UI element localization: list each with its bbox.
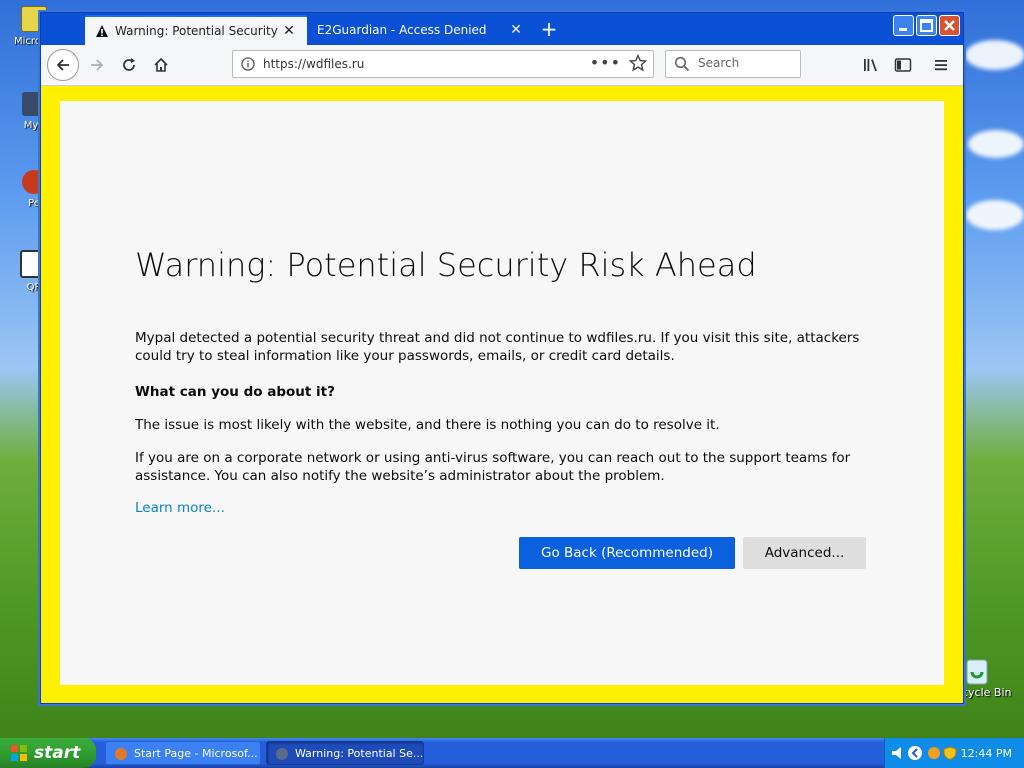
menu-button[interactable] xyxy=(927,51,955,79)
close-window-button[interactable] xyxy=(939,15,960,36)
windows-logo-icon xyxy=(11,745,27,761)
recycle-bin-label: cycle Bin xyxy=(962,686,1012,699)
learn-more-link[interactable]: Learn more... xyxy=(135,500,225,516)
page-content-area: Warning: Potential Security Risk Ahead M… xyxy=(41,86,963,703)
tab-e2guardian[interactable]: E2Guardian - Access Denied ✕ xyxy=(308,15,534,45)
error-intro-text: Mypal detected a potential security thre… xyxy=(135,330,860,364)
address-bar[interactable]: https://wdfiles.ru ••• xyxy=(232,50,654,78)
hamburger-menu-icon xyxy=(935,60,947,71)
reload-button[interactable] xyxy=(115,51,143,79)
taskbar-item-label: Warning: Potential Se... xyxy=(295,746,424,760)
cloud xyxy=(968,130,1024,158)
start-button[interactable]: start xyxy=(0,738,96,768)
close-icon xyxy=(944,20,955,31)
tab-label: E2Guardian - Access Denied xyxy=(317,23,487,37)
navigation-toolbar: https://wdfiles.ru ••• xyxy=(41,45,963,86)
library-button[interactable] xyxy=(857,51,885,79)
taskbar-item-label: Start Page - Microsof... xyxy=(134,746,258,760)
tab-label: Warning: Potential Security Risk A xyxy=(115,24,281,38)
search-box[interactable] xyxy=(665,50,801,78)
browser-window: Warning: Potential Security Risk A ✕ E2G… xyxy=(40,12,964,704)
warning-icon xyxy=(96,25,108,37)
tab-close-icon[interactable]: ✕ xyxy=(508,22,524,38)
bookmark-star-icon[interactable] xyxy=(629,54,647,72)
system-tray: 12:44 PM xyxy=(884,738,1024,768)
home-icon xyxy=(154,57,168,72)
back-arrow-icon xyxy=(56,59,69,71)
search-icon xyxy=(674,56,690,72)
new-tab-button[interactable]: + xyxy=(539,19,559,39)
recycle-bin-icon xyxy=(966,659,988,685)
start-label: start xyxy=(34,743,81,763)
tray-network-icon[interactable] xyxy=(927,746,941,760)
tray-arrow-icon[interactable] xyxy=(907,745,923,761)
page-title: Warning: Potential Security Risk Ahead xyxy=(135,246,757,284)
url-text[interactable]: https://wdfiles.ru xyxy=(263,57,364,71)
back-button[interactable] xyxy=(47,49,79,81)
tab-security-warning[interactable]: Warning: Potential Security Risk A ✕ xyxy=(85,15,307,45)
minimize-button[interactable] xyxy=(893,15,914,36)
maximize-button[interactable] xyxy=(916,15,937,36)
minimize-icon xyxy=(899,28,907,31)
taskbar-item-warning[interactable]: Warning: Potential Se... xyxy=(266,741,424,765)
tray-volume-icon[interactable] xyxy=(891,746,905,760)
cloud xyxy=(966,200,1024,230)
issue-text: The issue is most likely with the websit… xyxy=(135,417,720,433)
sidebar-button[interactable] xyxy=(889,51,917,79)
search-input[interactable] xyxy=(696,55,800,71)
tab-bar: Warning: Potential Security Risk A ✕ E2G… xyxy=(41,13,963,45)
maximize-icon xyxy=(920,19,933,32)
forward-arrow-icon xyxy=(91,59,104,71)
browser-icon xyxy=(276,748,288,760)
browser-icon xyxy=(115,748,127,760)
forward-button[interactable] xyxy=(83,51,111,79)
tray-security-shield-icon[interactable] xyxy=(943,746,957,760)
clock: 12:44 PM xyxy=(960,747,1012,760)
corporate-network-text: If you are on a corporate network or usi… xyxy=(135,450,851,484)
home-button[interactable] xyxy=(147,51,175,79)
go-back-button[interactable]: Go Back (Recommended) xyxy=(519,537,735,569)
cloud xyxy=(965,40,1024,70)
tab-close-icon[interactable]: ✕ xyxy=(281,23,297,39)
what-can-you-do-heading: What can you do about it? xyxy=(135,384,335,400)
desktop-icon-recycle-bin[interactable]: cycle Bin xyxy=(962,656,1012,699)
taskbar: start Start Page - Microsof... Warning: … xyxy=(0,738,1024,768)
sidebar-icon xyxy=(894,58,912,72)
library-icon xyxy=(864,59,877,72)
reload-icon xyxy=(123,58,135,71)
taskbar-item-start-page[interactable]: Start Page - Microsof... xyxy=(105,741,261,765)
info-icon[interactable] xyxy=(241,57,255,71)
page-actions-icon[interactable]: ••• xyxy=(590,53,621,72)
advanced-button[interactable]: Advanced... xyxy=(743,537,866,569)
error-page: Warning: Potential Security Risk Ahead M… xyxy=(60,101,944,685)
